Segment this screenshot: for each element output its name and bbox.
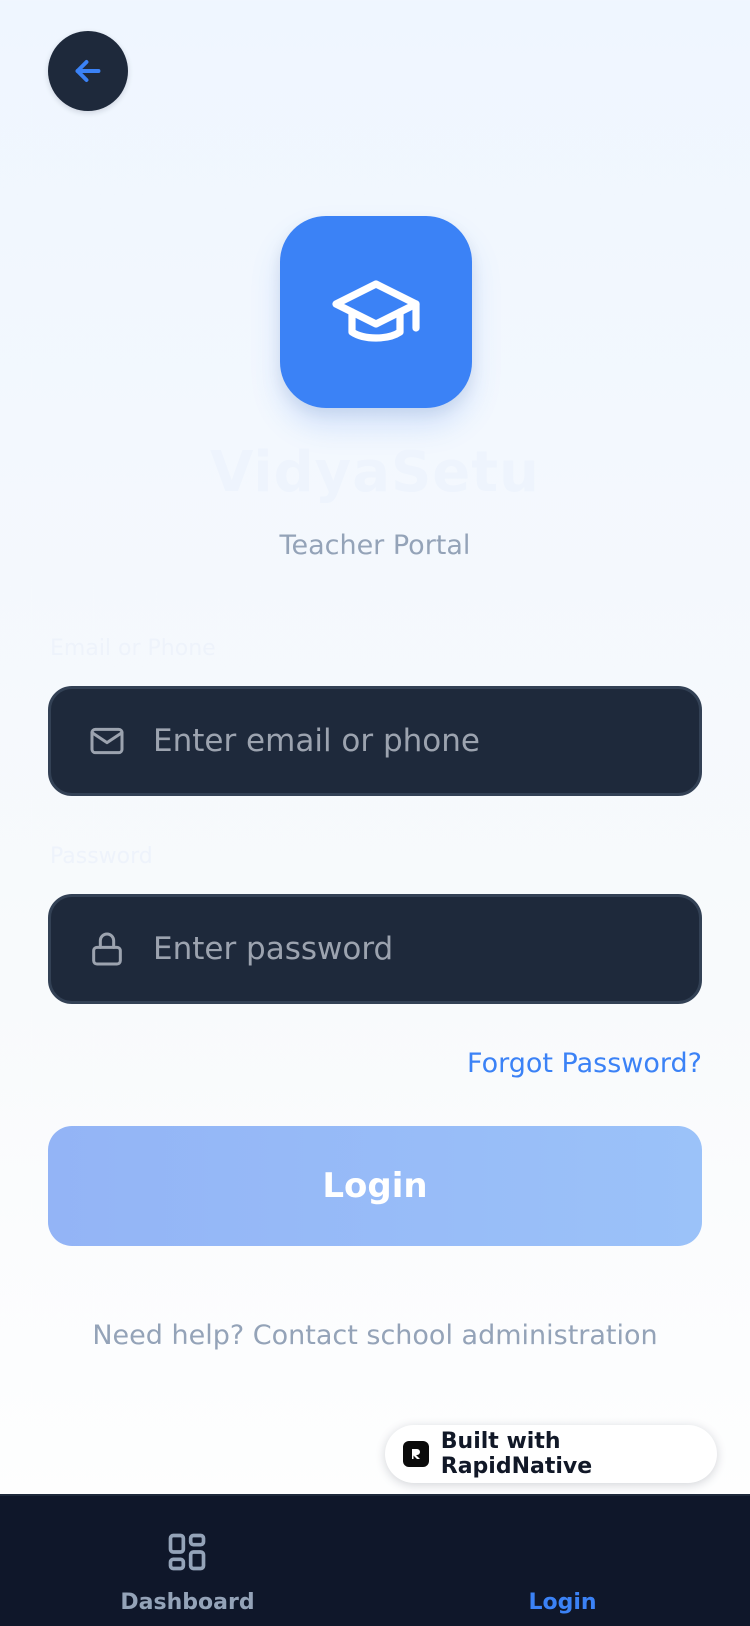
email-placeholder: Enter email or phone (153, 723, 480, 759)
email-field[interactable]: Enter email or phone (48, 686, 702, 796)
password-label: Password (50, 844, 153, 869)
forgot-password-link[interactable]: Forgot Password? (467, 1048, 702, 1079)
help-text: Need help? Contact school administration (92, 1320, 658, 1351)
arrow-left-icon (70, 53, 106, 89)
back-button[interactable] (48, 31, 128, 111)
built-with-badge[interactable]: Built with RapidNative (385, 1425, 717, 1483)
password-field[interactable]: Enter password (48, 894, 702, 1004)
tab-login-label: Login (528, 1590, 597, 1615)
tab-login[interactable]: Login (375, 1496, 750, 1626)
email-label: Email or Phone (50, 636, 216, 661)
graduation-cap-icon (328, 264, 424, 360)
lock-icon (87, 929, 127, 969)
app-subtitle: Teacher Portal (279, 530, 471, 561)
login-button[interactable]: Login (48, 1126, 702, 1246)
mail-icon (87, 721, 127, 761)
badge-label: Built with RapidNative (440, 1429, 593, 1479)
app-title: VidyaSetu (210, 440, 540, 505)
dashboard-grid-icon (165, 1530, 209, 1574)
password-placeholder: Enter password (153, 931, 394, 967)
app-logo (280, 216, 472, 408)
rapidnative-logo-icon (403, 1441, 429, 1467)
tab-dashboard-label: Dashboard (120, 1590, 255, 1615)
bottom-tab-bar: Dashboard Login (0, 1494, 750, 1626)
tab-dashboard[interactable]: Dashboard (0, 1496, 375, 1626)
